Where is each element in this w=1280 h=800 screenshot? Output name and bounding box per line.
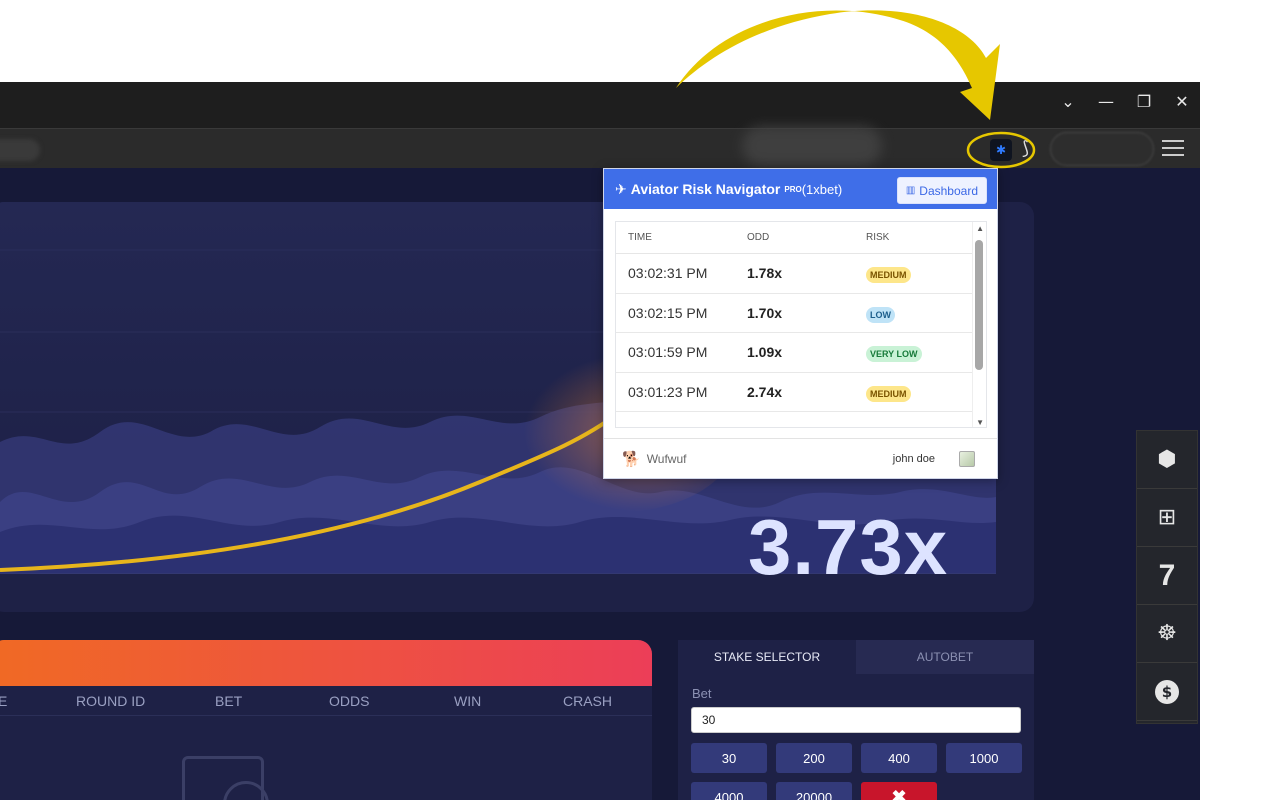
bet-input[interactable]: 30 xyxy=(691,707,1021,733)
browser-window: ⌄ — ❐ ✕ ✱ ⟆ 3.73x ⬢ ⊞ 7 ☸ $ E ROUND ID B… xyxy=(0,82,1200,800)
scroll-thumb[interactable] xyxy=(975,240,983,370)
extension-popup: ✈ Aviator Risk Navigator PRO (1xbet) ▥ D… xyxy=(603,168,998,479)
stake-tabs: STAKE SELECTOR AUTOBET xyxy=(678,640,1034,674)
gift-icon[interactable]: ⊞ xyxy=(1137,489,1197,547)
risk-badge-wrap: LOW xyxy=(866,305,895,323)
plane-icon: ✈ xyxy=(615,180,627,197)
wheel-icon[interactable]: ☸ xyxy=(1137,605,1197,663)
row-odd: 1.70x xyxy=(747,304,783,321)
column-header: E xyxy=(0,692,8,709)
table-body: 03:02:31 PM 1.78x MEDIUM 03:02:15 PM 1.70x LO… xyxy=(616,254,986,412)
stake-chips: 30 200 400 1000 4000 20000 ✖ xyxy=(691,743,1026,800)
risk-badge: MEDIUM xyxy=(866,385,911,402)
popup-title: Aviator Risk Navigator xyxy=(630,181,781,197)
table-row: 03:02:15 PM 1.70x LOW xyxy=(616,294,986,333)
popup-header: ✈ Aviator Risk Navigator PRO (1xbet) ▥ D… xyxy=(604,169,997,209)
risk-badge-wrap: MEDIUM xyxy=(866,265,911,284)
extensions-icon[interactable]: ⟆ xyxy=(1022,138,1046,162)
dollar-icon[interactable]: $ xyxy=(1137,663,1197,721)
game-page: 3.73x ⬢ ⊞ 7 ☸ $ E ROUND ID BET ODDS WIN … xyxy=(0,168,1200,800)
bookmaker-label: (1xbet) xyxy=(801,181,843,197)
column-time: TIME xyxy=(628,232,652,243)
dashboard-button[interactable]: ▥ Dashboard xyxy=(896,177,987,204)
table-row: 03:01:59 PM 1.09x VERY LOW xyxy=(616,333,986,373)
tab-autobet[interactable]: AUTOBET xyxy=(856,640,1034,674)
restore-icon[interactable]: ❐ xyxy=(1134,92,1154,111)
column-odd: ODD xyxy=(747,232,770,243)
table-row: 03:01:23 PM 2.74x MEDIUM xyxy=(616,373,986,412)
column-risk: RISK xyxy=(866,232,890,243)
history-header xyxy=(0,640,652,686)
browser-toolbar xyxy=(0,128,1200,168)
row-odd: 1.09x xyxy=(747,344,783,361)
risk-badge-wrap: MEDIUM xyxy=(866,384,911,402)
stake-chip[interactable]: 30 xyxy=(691,743,767,773)
bet-label: Bet xyxy=(692,686,712,701)
row-odd: 1.78x xyxy=(747,265,783,282)
minimize-icon[interactable]: — xyxy=(1096,92,1116,111)
row-odd: 2.74x xyxy=(747,383,783,400)
stake-chip[interactable]: 20000 xyxy=(776,782,852,800)
risk-badge: LOW xyxy=(866,306,895,323)
history-columns: E ROUND ID BET ODDS WIN CRASH xyxy=(0,686,652,716)
chart-icon: ▥ xyxy=(905,185,916,196)
multiplier-display: 3.73x xyxy=(748,503,949,591)
stake-chip[interactable]: 1000 xyxy=(946,743,1022,773)
screen: ⌄ — ❐ ✕ ✱ ⟆ 3.73x ⬢ ⊞ 7 ☸ $ E ROUND ID B… xyxy=(0,0,1280,800)
brand-name: Wufwuf xyxy=(646,451,687,466)
column-header: ROUND ID xyxy=(76,692,146,709)
puzzle-extension-icon[interactable]: ✱ xyxy=(990,139,1012,161)
blurred-region xyxy=(742,126,882,166)
row-time: 03:01:23 PM xyxy=(628,383,708,400)
table-row-partial: · · · · · · · · xyxy=(616,412,986,427)
scroll-down-icon[interactable]: ▼ xyxy=(976,418,984,427)
clear-bet-button[interactable]: ✖ xyxy=(861,782,937,800)
right-rail: ⬢ ⊞ 7 ☸ $ xyxy=(1136,430,1198,724)
tab-stake-selector[interactable]: STAKE SELECTOR xyxy=(678,640,856,674)
dog-logo-icon: 🐕 xyxy=(622,450,641,468)
column-header: BET xyxy=(215,692,243,709)
hamburger-menu-icon[interactable] xyxy=(1162,140,1184,158)
scroll-up-icon[interactable]: ▲ xyxy=(976,224,984,233)
row-time: 03:02:31 PM xyxy=(628,265,708,282)
seven-icon[interactable]: 7 xyxy=(1137,547,1197,605)
title-bar: ⌄ — ❐ ✕ xyxy=(0,82,1200,128)
pro-badge: PRO xyxy=(784,184,802,194)
brand: 🐕 Wufwuf xyxy=(622,450,686,468)
table-header: TIME ODD RISK xyxy=(616,222,986,254)
dashboard-label: Dashboard xyxy=(919,183,978,198)
popup-footer: 🐕 Wufwuf john doe xyxy=(604,438,997,478)
close-icon[interactable]: ✕ xyxy=(1172,92,1192,111)
stake-panel: STAKE SELECTOR AUTOBET Bet 30 30 200 400… xyxy=(678,640,1034,800)
history-panel: E ROUND ID BET ODDS WIN CRASH xyxy=(0,640,652,800)
user-name: john doe xyxy=(892,452,935,465)
profile-button[interactable] xyxy=(1050,132,1154,166)
chevron-down-icon[interactable]: ⌄ xyxy=(1058,92,1078,111)
scrollbar[interactable]: ▲ ▼ xyxy=(972,222,986,427)
risk-badge: VERY LOW xyxy=(866,346,922,363)
empty-state-icon xyxy=(182,756,269,800)
risk-badge: MEDIUM xyxy=(866,267,911,284)
risk-table: TIME ODD RISK 03:02:31 PM 1.78x MEDIUM 03:0… xyxy=(615,221,987,428)
address-bar[interactable] xyxy=(0,139,40,161)
info-shield-icon[interactable]: ⬢ xyxy=(1137,431,1197,489)
row-time: · · · · · · · · xyxy=(628,425,693,427)
row-time: 03:02:15 PM xyxy=(628,304,708,321)
risk-badge-wrap: VERY LOW xyxy=(866,344,922,363)
column-header: ODDS xyxy=(329,692,370,709)
column-header: CRASH xyxy=(563,692,613,709)
avatar[interactable] xyxy=(959,450,975,467)
row-time: 03:01:59 PM xyxy=(628,344,708,361)
stake-chip[interactable]: 400 xyxy=(861,743,937,773)
stake-chip[interactable]: 200 xyxy=(776,743,852,773)
column-header: WIN xyxy=(454,692,482,709)
window-controls: ⌄ — ❐ ✕ xyxy=(1058,92,1192,111)
table-row: 03:02:31 PM 1.78x MEDIUM xyxy=(616,254,986,294)
stake-chip[interactable]: 4000 xyxy=(691,782,767,800)
